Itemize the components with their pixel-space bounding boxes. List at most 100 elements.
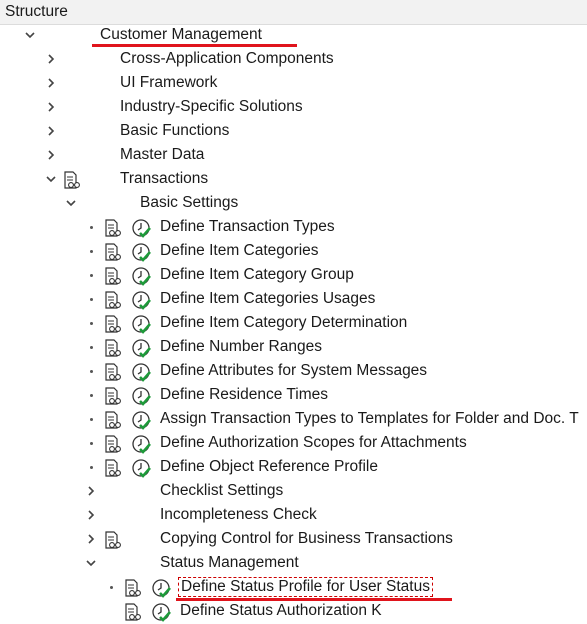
tree-activity-item-status-auth[interactable]: Define Status Authorization K [0, 600, 587, 624]
chevron-right-icon[interactable] [84, 484, 98, 498]
execute-activity-icon[interactable] [151, 602, 171, 622]
leaf-bullet [90, 418, 93, 421]
tree-node-label: Cross-Application Components [120, 50, 334, 67]
chevron-right-icon[interactable] [44, 76, 58, 90]
documentation-icon[interactable] [103, 458, 123, 478]
execute-activity-icon[interactable] [131, 386, 151, 406]
tree-activity-item[interactable]: Define Number Ranges [0, 336, 587, 360]
documentation-icon[interactable] [103, 362, 123, 382]
leaf-bullet [90, 442, 93, 445]
leaf-bullet [90, 274, 93, 277]
tree-activity-item[interactable]: Define Attributes for System Messages [0, 360, 587, 384]
tree-activity-item[interactable]: Define Item Categories Usages [0, 288, 587, 312]
activity-label: Define Status Authorization K [180, 602, 382, 619]
documentation-icon[interactable] [103, 530, 123, 550]
leaf-bullet [90, 466, 93, 469]
tree-node-label: Checklist Settings [160, 482, 284, 499]
tree-node-label: Basic Settings [140, 194, 239, 211]
execute-activity-icon[interactable] [131, 266, 151, 286]
chevron-down-icon[interactable] [84, 556, 98, 570]
execute-activity-icon[interactable] [131, 290, 151, 310]
documentation-icon[interactable] [103, 266, 123, 286]
tree-activity-item[interactable]: Define Item Categories [0, 240, 587, 264]
activity-label: Define Authorization Scopes for Attachme… [160, 434, 467, 451]
activity-label: Define Item Category Group [160, 266, 354, 283]
leaf-bullet [110, 586, 113, 589]
documentation-icon[interactable] [103, 410, 123, 430]
tree-node-label: Incompleteness Check [160, 506, 317, 523]
tree-node-transactions[interactable]: Transactions [0, 168, 587, 192]
documentation-icon[interactable] [103, 338, 123, 358]
tree-node-label: Customer Management [100, 26, 262, 43]
execute-activity-icon[interactable] [131, 458, 151, 478]
tree-node-cross-app[interactable]: Cross-Application Components [0, 48, 587, 72]
chevron-down-icon[interactable] [23, 28, 37, 42]
tree-node-basic-functions[interactable]: Basic Functions [0, 120, 587, 144]
chevron-down-icon[interactable] [64, 196, 78, 210]
execute-activity-icon[interactable] [151, 578, 171, 598]
tree-node-checklist-settings[interactable]: Checklist Settings [0, 480, 587, 504]
tree-node-label: Status Management [160, 554, 299, 571]
activity-label-selected: Define Status Profile for User Status [178, 577, 433, 597]
tree-activity-item[interactable]: Define Residence Times [0, 384, 587, 408]
activity-label: Define Item Categories Usages [160, 290, 376, 307]
documentation-icon[interactable] [123, 578, 143, 598]
execute-activity-icon[interactable] [131, 362, 151, 382]
tree-node-label: Basic Functions [120, 122, 230, 139]
tree-activity-item-status-profile[interactable]: Define Status Profile for User Status [0, 576, 587, 600]
execute-activity-icon[interactable] [131, 314, 151, 334]
activity-label: Define Number Ranges [160, 338, 322, 355]
leaf-bullet [90, 226, 93, 229]
documentation-icon[interactable] [103, 314, 123, 334]
chevron-right-icon[interactable] [44, 100, 58, 114]
tree-activity-item[interactable]: Define Object Reference Profile [0, 456, 587, 480]
activity-label: Define Item Categories [160, 242, 319, 259]
tree-activity-item[interactable]: Define Item Category Group [0, 264, 587, 288]
activity-label: Assign Transaction Types to Templates fo… [160, 410, 579, 427]
documentation-icon[interactable] [103, 218, 123, 238]
documentation-icon[interactable] [103, 434, 123, 454]
tree-activity-item[interactable]: Assign Transaction Types to Templates fo… [0, 408, 587, 432]
chevron-right-icon[interactable] [44, 52, 58, 66]
activity-label: Define Transaction Types [160, 218, 335, 235]
tree-node-label: Industry-Specific Solutions [120, 98, 303, 115]
chevron-down-icon[interactable] [44, 172, 58, 186]
tree-node-status-management[interactable]: Status Management [0, 552, 587, 576]
tree-node-label: Transactions [120, 170, 209, 187]
execute-activity-icon[interactable] [131, 242, 151, 262]
chevron-right-icon[interactable] [84, 532, 98, 546]
documentation-icon[interactable] [123, 602, 143, 622]
tree-node-master-data[interactable]: Master Data [0, 144, 587, 168]
tree-node-label: Master Data [120, 146, 205, 163]
execute-activity-icon[interactable] [131, 410, 151, 430]
tree-activity-item[interactable]: Define Transaction Types [0, 216, 587, 240]
execute-activity-icon[interactable] [131, 338, 151, 358]
chevron-right-icon[interactable] [84, 508, 98, 522]
chevron-right-icon[interactable] [44, 148, 58, 162]
tree-node-industry[interactable]: Industry-Specific Solutions [0, 96, 587, 120]
documentation-icon[interactable] [103, 290, 123, 310]
execute-activity-icon[interactable] [131, 218, 151, 238]
tree-activity-item[interactable]: Define Authorization Scopes for Attachme… [0, 432, 587, 456]
tree-node-copying-control[interactable]: Copying Control for Business Transaction… [0, 528, 587, 552]
activity-label: Define Object Reference Profile [160, 458, 378, 475]
tree-node-basic-settings[interactable]: Basic Settings [0, 192, 587, 216]
leaf-bullet [90, 370, 93, 373]
documentation-icon[interactable] [62, 170, 82, 190]
tree-node-incompleteness-check[interactable]: Incompleteness Check [0, 504, 587, 528]
activity-label: Define Residence Times [160, 386, 328, 403]
activity-label: Define Attributes for System Messages [160, 362, 428, 379]
leaf-bullet [90, 298, 93, 301]
activity-label: Define Item Category Determination [160, 314, 408, 331]
tree-node-label: UI Framework [120, 74, 218, 91]
tree-activity-item[interactable]: Define Item Category Determination [0, 312, 587, 336]
documentation-icon[interactable] [103, 386, 123, 406]
tree-node-ui-framework[interactable]: UI Framework [0, 72, 587, 96]
leaf-bullet [90, 322, 93, 325]
chevron-right-icon[interactable] [44, 124, 58, 138]
execute-activity-icon[interactable] [131, 434, 151, 454]
leaf-bullet [90, 250, 93, 253]
structure-header: Structure [0, 0, 587, 25]
documentation-icon[interactable] [103, 242, 123, 262]
leaf-bullet [90, 394, 93, 397]
